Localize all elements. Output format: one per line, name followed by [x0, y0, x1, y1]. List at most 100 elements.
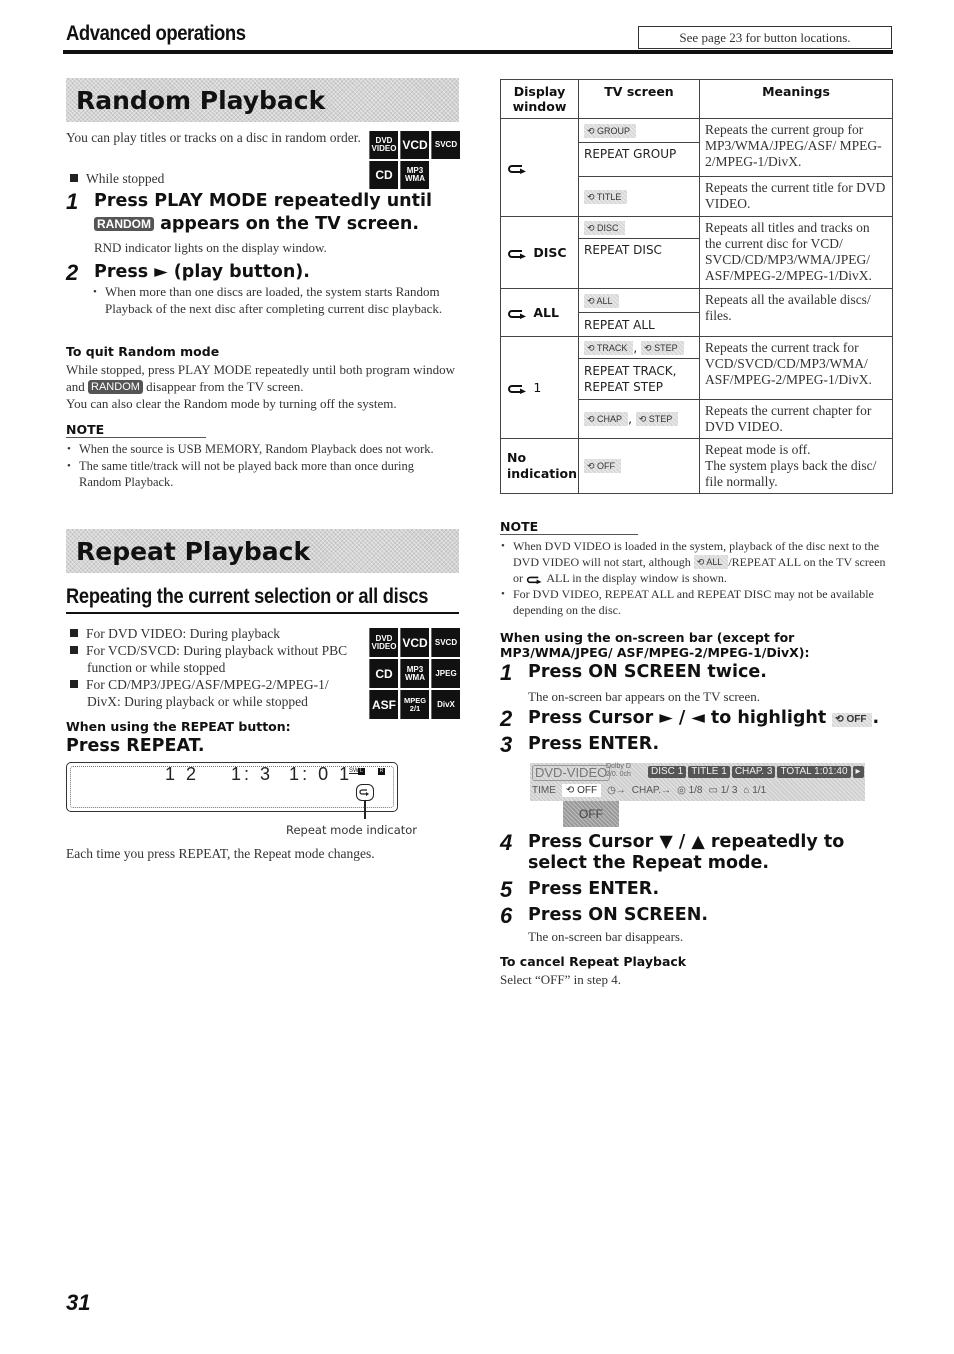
table-row: No indication ⟲ OFF Repeat mode is off. T…	[500, 438, 893, 494]
osd-repeat-dropdown[interactable]: OFF	[563, 801, 619, 827]
random-disc-icons: DVD VIDEO VCD SVCD CD MP3 WMA	[369, 131, 460, 189]
cancel-repeat-text: Select “OFF” in step 4.	[500, 972, 621, 987]
display-readout: 1 2 1: 3 1: 0 1	[165, 764, 353, 784]
tv-text-cell: REPEAT TRACK, REPEAT STEP	[578, 358, 700, 400]
right-note-heading: NOTE	[500, 519, 638, 535]
repeat-disc-icons: DVD VIDEO VCD SVCD CD MP3 WMA JPEG ASF M…	[369, 628, 460, 719]
repeat-track-osd-icon: ⟲ TRACK	[584, 340, 634, 355]
display-cell	[500, 118, 579, 217]
osd-audio-icon[interactable]: ◎ 1/8	[677, 785, 702, 796]
disc-icon-divx: DivX	[431, 690, 460, 719]
condition-item: For CD/MP3/JPEG/ASF/MPEG-2/MPEG-1/ DivX:…	[70, 676, 365, 710]
table-row: 1 ⟲ TRACK, ⟲ STEP Repeats the current tr…	[500, 336, 893, 439]
osd-time[interactable]: TIME	[532, 785, 556, 796]
osd-subtitle-icon[interactable]: ▭ 1/ 3	[709, 785, 738, 796]
repeat-step-osd-icon: ⟲ STEP	[635, 412, 679, 426]
osd-angle-icon[interactable]: ⌂ 1/1	[743, 785, 766, 796]
onscreen-step-3: 3 Press ENTER.	[500, 733, 659, 756]
disc-icon-vcd: VCD	[400, 131, 429, 159]
repeat-subheading: Repeating the current selection or all d…	[66, 585, 429, 608]
square-bullet-icon	[70, 174, 78, 182]
random-notes: When the source is USB MEMORY, Random Pl…	[66, 441, 458, 491]
table-row: ⟲ GROUP Repeats the current group for MP…	[500, 118, 893, 217]
tv-icon-cell: ⟲ TRACK, ⟲ STEP	[578, 336, 700, 359]
step-number: 3	[500, 732, 513, 757]
repeat-off-osd-icon: ⟲ OFF	[832, 713, 873, 727]
repeat-symbol-icon	[526, 576, 542, 584]
page-number: 31	[66, 1290, 91, 1315]
press-repeat-title: Press REPEAT.	[66, 736, 205, 756]
repeat-symbol-icon	[508, 250, 526, 259]
repeat-group-osd-icon: ⟲ GROUP	[584, 123, 637, 138]
disc-icon-svcd: SVCD	[431, 628, 460, 657]
random-intro: You can play titles or tracks on a disc …	[66, 130, 361, 145]
meaning-cell: Repeats all titles and tracks on the cur…	[699, 216, 893, 289]
random-step-1: 1 Press PLAY MODE repeatedly until RANDO…	[66, 190, 466, 236]
square-bullet-icon	[70, 646, 78, 654]
osd-total-time: TOTAL 1:01:40	[777, 766, 851, 778]
left-channel-indicator: L	[358, 768, 365, 775]
note-item: When DVD VIDEO is loaded in the system, …	[500, 538, 895, 586]
header-display-window: Display window	[500, 79, 579, 119]
note-item: When the source is USB MEMORY, Random Pl…	[66, 441, 458, 458]
onscreen-step-2: 2 Press Cursor ► / ◄ to highlight ⟲ OFF.	[500, 706, 880, 731]
right-notes: When DVD VIDEO is loaded in the system, …	[500, 538, 895, 618]
step-title: Press ► (play button).	[94, 262, 310, 282]
tv-icon-cell: ⟲ ALL	[578, 288, 700, 313]
meaning-cell: Repeat mode is off. The system plays back…	[699, 438, 893, 494]
onscreen-step-4: 4 Press Cursor ▼ / ▲ repeatedly to selec…	[500, 832, 895, 874]
repeat-playback-banner: Repeat Playback	[66, 529, 459, 573]
osd-source: DVD-VIDEO	[532, 765, 611, 781]
repeat-off-osd-icon: ⟲ OFF	[584, 459, 622, 473]
step-title: Press PLAY MODE repeatedly until	[94, 191, 432, 211]
note-item: For DVD VIDEO, REPEAT ALL and REPEAT DIS…	[500, 586, 895, 618]
osd-repeat-selected[interactable]: ⟲ OFF	[561, 784, 602, 797]
disc-icon-mp3-wma: MP3 WMA	[400, 659, 429, 688]
repeat-button-heading: When using the REPEAT button:	[66, 719, 291, 734]
repeat-step-osd-icon: ⟲ STEP	[641, 340, 684, 355]
osd-timer-icon[interactable]: ◷→	[607, 785, 626, 796]
step-number: 4	[500, 830, 513, 855]
disc-icon-mpeg: MPEG 2/1	[400, 690, 429, 719]
quit-random-text: While stopped, press PLAY MODE repeatedl…	[66, 362, 455, 411]
disc-icon-cd: CD	[369, 659, 398, 688]
square-bullet-icon	[70, 680, 78, 688]
condition-item: For VCD/SVCD: During playback without PB…	[70, 642, 365, 676]
meaning-cell: Repeats all the available discs/ files.	[699, 288, 893, 337]
osd-title: TITLE 1	[688, 766, 730, 778]
random-note-heading: NOTE	[66, 422, 206, 438]
step-number: 5	[500, 877, 513, 902]
repeat-all-osd-icon: ⟲ ALL	[584, 293, 619, 308]
osd-audio-format: Dolby D 2/0. 0ch	[606, 763, 631, 778]
step-title: Press ENTER.	[528, 734, 660, 754]
display-cell: 1	[500, 336, 579, 439]
onscreen-step-6-detail: The on-screen bar disappears.	[528, 929, 684, 944]
onscreen-step-5: 5 Press ENTER.	[500, 878, 659, 901]
onscreen-bar-illustration: DVD-VIDEO Dolby D 2/0. 0ch DISC 1 TITLE 1…	[530, 763, 865, 801]
random-step-2-detail: When more than one discs are loaded, the…	[92, 284, 457, 317]
onscreen-step-6: 6 Press ON SCREEN.	[500, 904, 708, 927]
osd-chapter-search[interactable]: CHAP.→	[632, 785, 671, 796]
tv-icon-cell: ⟲ DISC	[578, 216, 700, 239]
subheading-rule	[66, 612, 459, 614]
disc-icon-vcd: VCD	[400, 628, 429, 657]
repeat-symbol-icon	[508, 310, 526, 319]
osd-next-arrow-icon: ▸	[852, 766, 864, 778]
osd-chapter: CHAP. 3	[731, 766, 776, 778]
osd-menu-row: TIME ⟲ OFF ◷→ CHAP.→ ◎ 1/8 ▭ 1/ 3 ⌂ 1/1	[532, 784, 766, 797]
random-condition: While stopped	[70, 170, 164, 187]
display-cell: DISC	[500, 216, 579, 289]
tv-text-cell: REPEAT ALL	[578, 312, 700, 337]
repeat-symbol-icon	[508, 165, 526, 174]
right-channel-indicator: R	[378, 768, 385, 775]
section-title: Advanced operations	[66, 22, 246, 45]
step-title: Press ON SCREEN.	[528, 905, 708, 925]
repeat-indicator-label: Repeat mode indicator	[286, 823, 418, 837]
repeat-disc-osd-icon: ⟲ DISC	[584, 220, 625, 235]
indicator-leader-line	[364, 800, 366, 819]
repeat-all-osd-icon: ⟲ ALL	[693, 555, 729, 569]
repeat-chap-osd-icon: ⟲ CHAP	[584, 412, 629, 426]
random-chip: RANDOM	[94, 217, 154, 231]
disc-icon-dvd-video: DVD VIDEO	[369, 131, 398, 159]
display-cell: No indication	[500, 438, 579, 494]
